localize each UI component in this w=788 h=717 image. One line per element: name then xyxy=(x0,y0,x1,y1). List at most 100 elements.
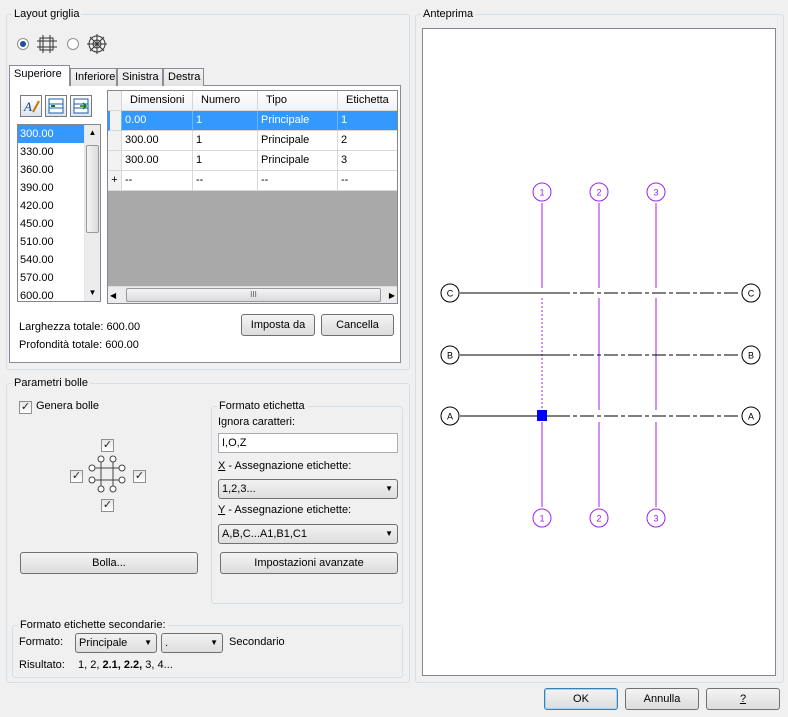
help-button[interactable]: ? xyxy=(706,688,780,710)
list-item[interactable]: 300.00 xyxy=(18,125,84,143)
list-item[interactable]: 570.00 xyxy=(18,269,84,287)
x-assignment-value: 1,2,3... xyxy=(222,483,256,495)
bubble-params-title: Parametri bolle xyxy=(12,377,90,389)
radial-grid-radio[interactable] xyxy=(67,38,79,50)
column-bubble-label: 1 xyxy=(539,514,544,524)
column-bubble-label: 3 xyxy=(653,188,658,198)
tab-sinistra[interactable]: Sinistra xyxy=(117,68,163,86)
dimension-list[interactable]: 300.00 330.00 360.00 390.00 420.00 450.00 510.… xyxy=(17,124,101,302)
x-prefix: X xyxy=(218,460,226,472)
list-item[interactable]: 600.00 xyxy=(18,287,84,301)
append-row-button[interactable] xyxy=(70,95,92,117)
x-assignment-label: X - Assegnazione etichette: xyxy=(218,460,351,472)
list-item[interactable]: 420.00 xyxy=(18,197,84,215)
y-assignment-label: Y - Assegnazione etichette: xyxy=(218,504,351,516)
list-item[interactable]: 540.00 xyxy=(18,251,84,269)
bubble-bottom-checkbox[interactable]: ✓ xyxy=(101,499,114,512)
auto-fill-button[interactable]: A xyxy=(20,95,42,117)
scroll-left-icon[interactable]: ◀ xyxy=(110,287,116,303)
set-as-button[interactable]: Imposta da xyxy=(241,314,315,336)
scroll-up-icon[interactable]: ▲ xyxy=(85,125,100,141)
y-assignment-select[interactable]: A,B,C...A1,B1,C1 ▼ xyxy=(218,524,398,544)
tab-superiore[interactable]: Superiore xyxy=(9,65,70,86)
ok-button[interactable]: OK xyxy=(544,688,618,710)
grid-definition-table[interactable]: Dimensioni Numero Tipo Etichetta 0.00 1 Pr… xyxy=(107,90,398,304)
tab-inferiore[interactable]: Inferiore xyxy=(70,68,117,86)
scroll-thumb[interactable] xyxy=(86,145,99,233)
table-cell[interactable]: 1 xyxy=(193,111,258,131)
col-header-dimensioni[interactable]: Dimensioni xyxy=(122,91,193,111)
bubble-top-checkbox[interactable]: ✓ xyxy=(101,439,114,452)
auto-fill-icon: A xyxy=(23,99,40,114)
table-cell[interactable]: -- xyxy=(338,171,397,191)
label-format-title: Formato etichetta xyxy=(217,400,307,412)
y-prefix: Y xyxy=(218,504,226,516)
column-bubble-label: 3 xyxy=(653,514,658,524)
table-hscrollbar[interactable]: ◀ III ▶ xyxy=(108,286,397,303)
row-bubble-label: A xyxy=(447,412,453,422)
table-cell[interactable]: Principale xyxy=(258,111,338,131)
secondary-format-title: Formato etichette secondarie: xyxy=(18,619,168,631)
advanced-settings-button[interactable]: Impostazioni avanzate xyxy=(220,552,398,574)
table-cell[interactable]: -- xyxy=(258,171,338,191)
table-cell[interactable]: 0.00 xyxy=(122,111,193,131)
cancel-button[interactable]: Annulla xyxy=(625,688,699,710)
list-item[interactable]: 390.00 xyxy=(18,179,84,197)
table-new-row[interactable]: + -- -- -- -- xyxy=(108,171,397,191)
preview-title: Anteprima xyxy=(421,8,476,20)
bubble-right-checkbox[interactable]: ✓ xyxy=(133,470,146,483)
table-cell[interactable]: -- xyxy=(122,171,193,191)
ignore-chars-input[interactable]: I,O,Z xyxy=(218,433,398,453)
format-select[interactable]: Principale ▼ xyxy=(75,633,157,653)
secondary-label: Secondario xyxy=(229,636,285,648)
table-cell[interactable]: 300.00 xyxy=(122,151,193,171)
col-header-etichetta[interactable]: Etichetta xyxy=(338,91,397,111)
table-row[interactable]: 0.00 1 Principale 1 xyxy=(108,111,397,131)
hscroll-thumb[interactable]: III xyxy=(126,288,381,302)
bubble-left-checkbox[interactable]: ✓ xyxy=(70,470,83,483)
table-cell[interactable]: 3 xyxy=(338,151,397,171)
col-header-tipo[interactable]: Tipo xyxy=(258,91,338,111)
row-header[interactable] xyxy=(108,151,122,171)
chevron-down-icon: ▼ xyxy=(385,484,393,493)
generate-bubbles-checkbox[interactable]: ✓ xyxy=(19,401,32,414)
chevron-down-icon: ▼ xyxy=(210,638,218,647)
table-cell[interactable]: Principale xyxy=(258,131,338,151)
list-item[interactable]: 360.00 xyxy=(18,161,84,179)
row-bubble-label: A xyxy=(748,412,754,422)
bubble-button[interactable]: Bolla... xyxy=(20,552,198,574)
table-cell[interactable]: 1 xyxy=(193,131,258,151)
table-cell[interactable]: -- xyxy=(193,171,258,191)
list-item[interactable]: 330.00 xyxy=(18,143,84,161)
table-cell[interactable]: 1 xyxy=(193,151,258,171)
ignore-chars-label: Ignora caratteri: xyxy=(218,416,296,428)
table-cell[interactable]: 2 xyxy=(338,131,397,151)
table-cell[interactable]: 1 xyxy=(338,111,397,131)
total-width-label: Larghezza totale: 600.00 xyxy=(19,321,141,333)
table-row[interactable]: 300.00 1 Principale 3 xyxy=(108,151,397,171)
list-item[interactable]: 450.00 xyxy=(18,215,84,233)
table-row[interactable]: 300.00 1 Principale 2 xyxy=(108,131,397,151)
preview-canvas: 1 1 2 2 3 3 C C B B A A xyxy=(422,28,776,676)
tab-destra[interactable]: Destra xyxy=(163,68,204,86)
result-plain-2: 3, 4... xyxy=(142,659,173,671)
separator-select[interactable]: . ▼ xyxy=(161,633,223,653)
dimension-list-scrollbar[interactable]: ▲ ▼ xyxy=(84,125,100,301)
column-bubble-label: 2 xyxy=(596,188,601,198)
table-cell[interactable]: 300.00 xyxy=(122,131,193,151)
table-cell[interactable]: Principale xyxy=(258,151,338,171)
list-item[interactable]: 510.00 xyxy=(18,233,84,251)
row-bubble-label: B xyxy=(447,351,453,361)
table-header: Dimensioni Numero Tipo Etichetta xyxy=(108,91,397,111)
x-assignment-select[interactable]: 1,2,3... ▼ xyxy=(218,479,398,499)
scroll-right-icon[interactable]: ▶ xyxy=(389,287,395,303)
scroll-down-icon[interactable]: ▼ xyxy=(85,285,100,301)
row-header[interactable] xyxy=(108,131,122,151)
row-header[interactable] xyxy=(108,111,122,131)
col-header-numero[interactable]: Numero xyxy=(193,91,258,111)
insert-row-button[interactable] xyxy=(45,95,67,117)
set-as-label: Imposta da xyxy=(250,319,306,331)
result-value: 1, 2, 2.1, 2.2, 3, 4... xyxy=(78,659,173,671)
orthogonal-grid-radio[interactable] xyxy=(17,38,29,50)
delete-button[interactable]: Cancella xyxy=(321,314,394,336)
